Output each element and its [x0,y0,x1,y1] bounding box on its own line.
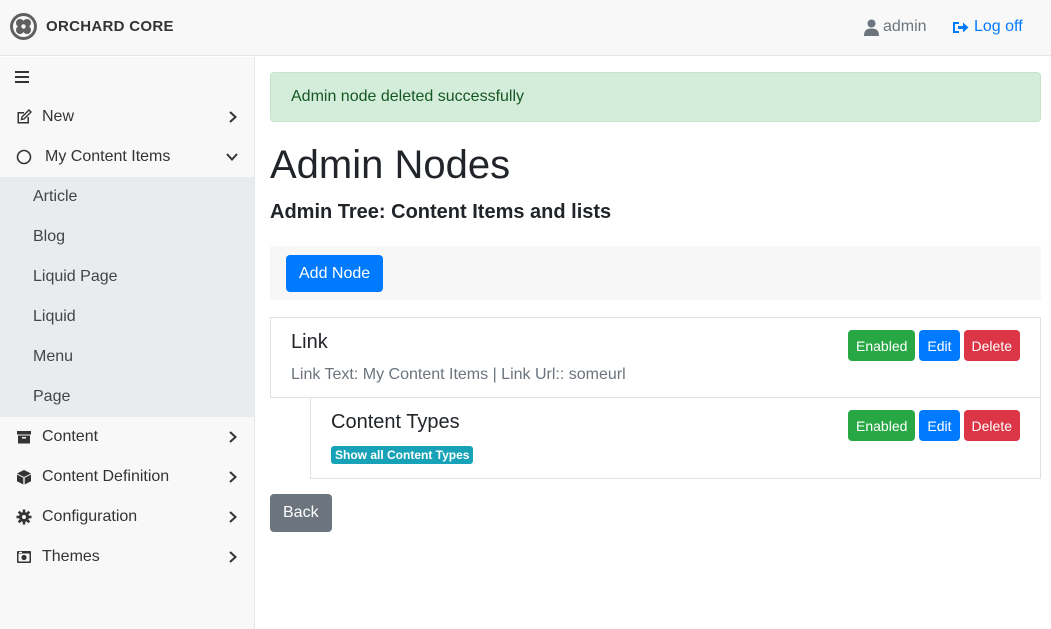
sidebar-item-configuration[interactable]: Configuration [0,497,254,537]
chevron-right-icon [229,431,237,443]
main-content: Admin node deleted successfully Admin No… [270,72,1041,532]
node-actions: Enabled Edit Delete [844,330,1020,361]
sidebar-submenu-my-content-items: Article Blog Liquid Page Liquid Menu Pag… [0,177,254,417]
sidebar-item-content-definition[interactable]: Content Definition [0,457,254,497]
sidebar-item-new[interactable]: New [0,97,254,137]
hamburger-menu-icon[interactable] [15,71,29,83]
image-icon [15,548,33,566]
show-all-content-types-badge: Show all Content Types [331,446,474,464]
sidebar-subitem-liquid[interactable]: Liquid [0,297,254,337]
success-alert: Admin node deleted successfully [270,72,1041,122]
sidebar: New My Content Items Article Blog Liquid… [0,57,255,629]
delete-button[interactable]: Delete [963,330,1020,361]
orchard-logo-icon [10,13,37,40]
sidebar-subitem-blog[interactable]: Blog [0,217,254,257]
sidebar-subitem-article[interactable]: Article [0,177,254,217]
sidebar-menu: New My Content Items Article Blog Liquid… [0,97,254,577]
user-menu[interactable]: admin [864,18,927,36]
back-button[interactable]: Back [270,494,332,532]
page-subtitle: Admin Tree: Content Items and lists [270,201,612,223]
add-node-button[interactable]: Add Node [286,255,384,292]
enabled-button[interactable]: Enabled [848,410,916,441]
sidebar-subitem-menu[interactable]: Menu [0,337,254,377]
admin-node-content-types: Content Types Show all Content Types Ena… [310,398,1041,479]
sidebar-item-my-content-items[interactable]: My Content Items [0,137,254,177]
sign-out-icon [953,21,969,33]
admin-node-link: Link Link Text: My Content Items | Link … [270,317,1041,398]
chevron-down-icon [226,153,238,161]
sidebar-subitem-liquid-page[interactable]: Liquid Page [0,257,254,297]
sidebar-item-label: Themes [42,548,100,565]
circle-icon [15,148,33,166]
chevron-right-icon [229,111,237,123]
alert-message: Admin node deleted successfully [291,88,525,105]
cube-icon [15,468,33,486]
edit-button[interactable]: Edit [919,330,960,361]
user-name: admin [883,18,927,35]
delete-button[interactable]: Delete [963,410,1020,441]
edit-icon [15,108,33,126]
edit-button[interactable]: Edit [919,410,960,441]
sidebar-item-label: Content Definition [42,468,170,485]
brand[interactable]: ORCHARD CORE [9,12,174,41]
brand-name: ORCHARD CORE [46,18,174,35]
chevron-right-icon [229,511,237,523]
sidebar-item-label: New [42,108,75,125]
sidebar-item-label: My Content Items [45,148,171,165]
user-icon [864,19,879,36]
node-title: Link [291,331,328,353]
logoff-link[interactable]: Log off [952,18,1023,36]
sidebar-item-label: Configuration [42,508,138,525]
gear-icon [15,508,33,526]
node-description: Link Text: My Content Items | Link Url::… [291,366,626,383]
node-actions: Enabled Edit Delete [844,410,1020,441]
chevron-right-icon [229,551,237,563]
sidebar-item-label: Content [42,428,99,445]
sidebar-subitem-page[interactable]: Page [0,377,254,417]
sidebar-item-content[interactable]: Content [0,417,254,457]
logoff-label: Log off [974,18,1023,35]
toolbar: Add Node [270,246,1041,300]
archive-icon [15,428,33,446]
chevron-right-icon [229,471,237,483]
node-title: Content Types [331,411,460,433]
page-title: Admin Nodes [270,143,511,187]
sidebar-item-themes[interactable]: Themes [0,537,254,577]
top-navbar: ORCHARD CORE admin Log off [0,0,1051,56]
enabled-button[interactable]: Enabled [848,330,916,361]
